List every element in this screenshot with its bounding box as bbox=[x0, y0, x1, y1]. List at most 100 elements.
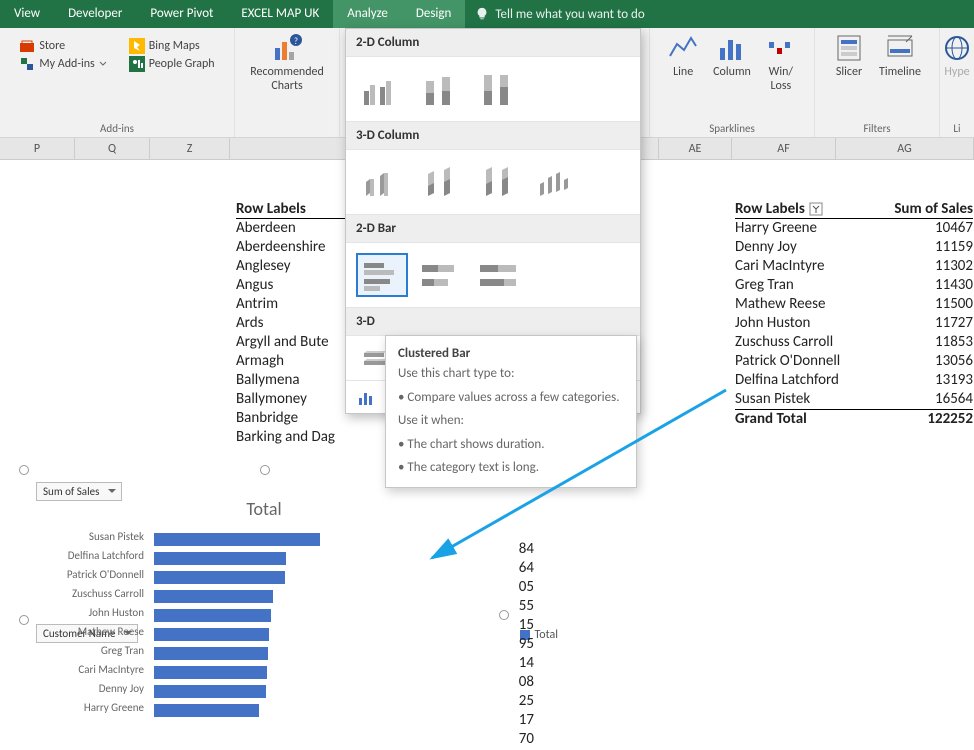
people-graph-button[interactable]: People Graph bbox=[129, 56, 215, 72]
table-row[interactable]: Zuschuss Carroll11853 bbox=[735, 333, 973, 352]
pivot-row-label[interactable]: Armagh bbox=[236, 352, 346, 371]
tab-excel-map-uk[interactable]: EXCEL MAP UK bbox=[227, 0, 333, 28]
chart-3d-100-stacked-column[interactable] bbox=[472, 160, 524, 204]
chart-clustered-bar[interactable] bbox=[356, 253, 408, 297]
pivot-row-label[interactable]: Ballymena bbox=[236, 371, 346, 390]
table-row[interactable]: Patrick O'Donnell13056 bbox=[735, 352, 973, 371]
chart-handle[interactable] bbox=[19, 465, 29, 475]
pivot-right-hdr-b[interactable]: Sum of Sales bbox=[863, 200, 973, 218]
chart-bar[interactable] bbox=[154, 552, 286, 565]
chart-3d-column[interactable] bbox=[530, 160, 582, 204]
chart-bar-row bbox=[154, 587, 354, 605]
sales-value-cell: 11727 bbox=[863, 314, 973, 333]
pivot-row-label[interactable]: Anglesey bbox=[236, 257, 346, 276]
partial-cell: 05 bbox=[506, 578, 534, 597]
sales-value-cell: 13193 bbox=[863, 371, 973, 390]
hyperlink-button[interactable]: Hype bbox=[941, 32, 973, 80]
sparkline-line-button[interactable]: Line bbox=[667, 32, 699, 80]
pivot-row-label[interactable]: Aberdeen bbox=[236, 219, 346, 238]
pivot-row-label[interactable]: Aberdeenshire bbox=[236, 238, 346, 257]
customer-name-cell: Greg Tran bbox=[735, 276, 863, 295]
chart-stacked-column[interactable] bbox=[414, 67, 466, 111]
chart-bar[interactable] bbox=[154, 666, 267, 679]
my-addins-button[interactable]: My Add-ins bbox=[19, 56, 106, 72]
table-row[interactable]: John Huston11727 bbox=[735, 314, 973, 333]
table-row[interactable]: Greg Tran11430 bbox=[735, 276, 973, 295]
pivot-row-label[interactable]: Ballymoney bbox=[236, 390, 346, 409]
tell-me-label: Tell me what you want to do bbox=[495, 7, 644, 22]
chart-100-stacked-bar[interactable] bbox=[472, 253, 524, 297]
store-icon bbox=[19, 38, 35, 54]
sort-filter-icon[interactable] bbox=[809, 202, 823, 216]
chart-handle[interactable] bbox=[260, 465, 270, 475]
partial-cell: 25 bbox=[506, 692, 534, 711]
table-row[interactable]: Susan Pistek16564 bbox=[735, 390, 973, 409]
column-header[interactable]: AF bbox=[732, 138, 836, 159]
sales-value-cell: 11302 bbox=[863, 257, 973, 276]
pivot-row-label[interactable]: Ards bbox=[236, 314, 346, 333]
chart-stacked-bar[interactable] bbox=[414, 253, 466, 297]
recommended-charts-button[interactable]: ? Recommended Charts bbox=[250, 32, 324, 94]
tab-developer[interactable]: Developer bbox=[54, 0, 136, 28]
column-header[interactable]: AE bbox=[659, 138, 732, 159]
pivot-left-header[interactable]: Row Labels bbox=[236, 200, 346, 219]
store-button[interactable]: Store bbox=[19, 38, 106, 54]
chart-tooltip: Clustered Bar Use this chart type to: • … bbox=[385, 335, 637, 488]
column-header[interactable]: P bbox=[0, 138, 75, 159]
table-row[interactable]: Denny Joy11159 bbox=[735, 238, 973, 257]
section-2d-bar: 2-D Bar bbox=[346, 214, 640, 243]
hyper-label: Hype bbox=[944, 66, 969, 80]
tab-view[interactable]: View bbox=[0, 0, 54, 28]
chart-bar[interactable] bbox=[154, 609, 271, 622]
pivot-row-label[interactable]: Argyll and Bute bbox=[236, 333, 346, 352]
hyperlink-icon bbox=[941, 32, 973, 64]
tab-power-pivot[interactable]: Power Pivot bbox=[136, 0, 227, 28]
chart-100-stacked-column[interactable] bbox=[472, 67, 524, 111]
table-row[interactable]: Cari MacIntyre11302 bbox=[735, 257, 973, 276]
slicer-button[interactable]: Slicer bbox=[833, 32, 865, 80]
tab-analyze[interactable]: Analyze bbox=[333, 0, 402, 28]
pivot-row-label[interactable]: Banbridge bbox=[236, 409, 346, 428]
chart-bar[interactable] bbox=[154, 590, 273, 603]
chart-bar-row bbox=[154, 625, 354, 643]
chart-3d-stacked-column[interactable] bbox=[414, 160, 466, 204]
pivot-row-label[interactable]: Barking and Dag bbox=[236, 428, 346, 447]
partial-cell: 64 bbox=[506, 559, 534, 578]
pivot-chart[interactable]: Sum of Sales Customer Name Total Susan P… bbox=[24, 470, 504, 750]
sl-wl-l2: Loss bbox=[770, 80, 791, 94]
column-header[interactable]: Q bbox=[75, 138, 150, 159]
chart-bar[interactable] bbox=[154, 685, 266, 698]
bing-maps-button[interactable]: Bing Maps bbox=[129, 38, 215, 54]
chart-3d-clustered-column[interactable] bbox=[356, 160, 408, 204]
table-row[interactable]: Mathew Reese11500 bbox=[735, 295, 973, 314]
chart-bar[interactable] bbox=[154, 533, 320, 546]
pivot-row-label[interactable]: Angus bbox=[236, 276, 346, 295]
table-row[interactable]: Harry Greene10467 bbox=[735, 219, 973, 238]
customer-name-cell: Denny Joy bbox=[735, 238, 863, 257]
tab-design[interactable]: Design bbox=[402, 0, 465, 28]
chart-title[interactable]: Total bbox=[246, 498, 281, 520]
column-header[interactable]: Z bbox=[150, 138, 230, 159]
pivot-right-hdr-a: Row Labels bbox=[735, 200, 805, 218]
grand-total-label: Grand Total bbox=[735, 410, 863, 428]
sparkline-column-button[interactable]: Column bbox=[713, 32, 751, 80]
chart-clustered-column[interactable] bbox=[356, 67, 408, 111]
chart-bar[interactable] bbox=[154, 704, 259, 717]
table-row[interactable]: Delfina Latchford13193 bbox=[735, 371, 973, 390]
chart-bar[interactable] bbox=[154, 628, 269, 641]
chart-bar[interactable] bbox=[154, 571, 285, 584]
customer-name-cell: Mathew Reese bbox=[735, 295, 863, 314]
addins-icon bbox=[19, 56, 35, 72]
tell-me-search[interactable]: Tell me what you want to do bbox=[465, 7, 654, 22]
chart-bar[interactable] bbox=[154, 647, 268, 660]
pivot-right-hdr-labels[interactable]: Row Labels bbox=[735, 200, 863, 218]
sparkline-winloss-button[interactable]: Win/ Loss bbox=[765, 32, 797, 94]
legend-label: Total bbox=[535, 628, 558, 642]
timeline-button[interactable]: Timeline bbox=[879, 32, 921, 80]
field-sum-of-sales[interactable]: Sum of Sales bbox=[36, 482, 122, 501]
sparkline-line-icon bbox=[667, 32, 699, 64]
sales-value-cell: 11159 bbox=[863, 238, 973, 257]
column-header[interactable]: AG bbox=[836, 138, 974, 159]
sales-value-cell: 11430 bbox=[863, 276, 973, 295]
pivot-row-label[interactable]: Antrim bbox=[236, 295, 346, 314]
